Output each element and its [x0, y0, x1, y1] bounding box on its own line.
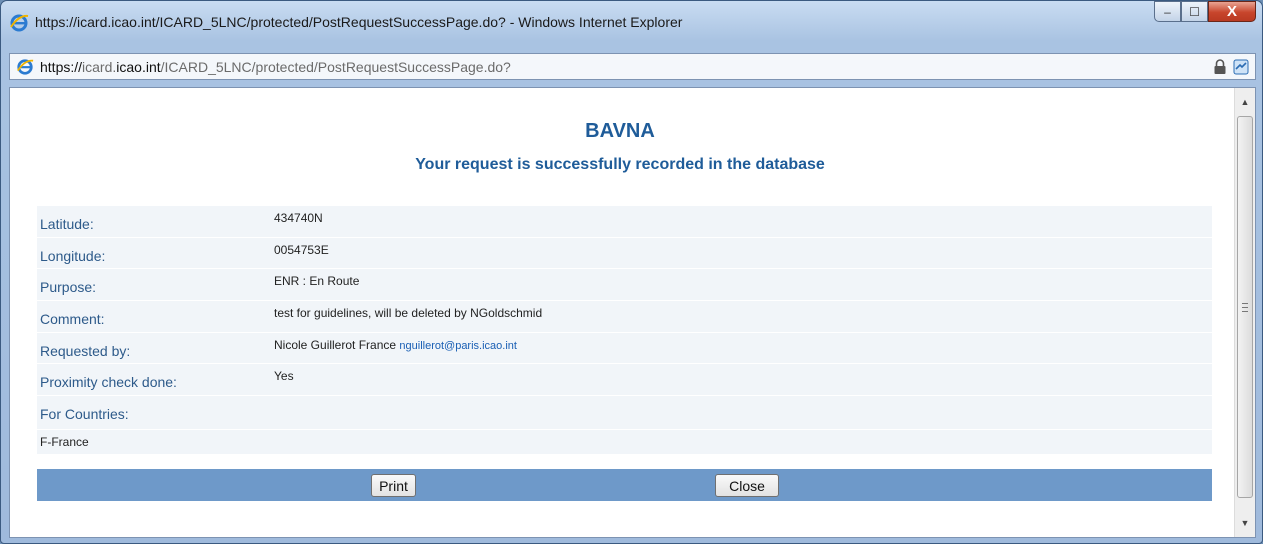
comment-value: test for guidelines, will be deleted by … — [274, 306, 543, 321]
purpose-label: Purpose: — [40, 279, 97, 296]
window-title: https://icard.icao.int/ICARD_5LNC/protec… — [35, 14, 683, 30]
print-button[interactable]: Print — [371, 474, 416, 497]
longitude-label: Longitude: — [40, 247, 106, 264]
requested-by-label: Requested by: — [40, 342, 131, 359]
country-value: F-France — [40, 435, 89, 450]
close-window-button[interactable]: X — [1208, 1, 1256, 22]
requested-by-value: Nicole Guillerot France nguillerot@paris… — [274, 337, 517, 352]
proximity-label: Proximity check done: — [40, 374, 177, 391]
detail-row-purpose: Purpose: ENR : En Route — [37, 269, 1212, 302]
latitude-value: 434740N — [274, 211, 323, 225]
proximity-value: Yes — [274, 369, 294, 384]
vertical-scrollbar[interactable]: ▲ ▼ — [1234, 88, 1255, 537]
maximize-button[interactable]: ☐ — [1181, 1, 1208, 22]
browser-window: https://icard.icao.int/ICARD_5LNC/protec… — [0, 0, 1263, 544]
window-controls: ‒ ☐ X — [1154, 1, 1256, 23]
page-viewport: BAVNA Your request is successfully recor… — [9, 87, 1256, 538]
request-details: Latitude: 434740N Longitude: 0054753E Pu… — [37, 206, 1212, 455]
compatibility-view-icon[interactable] — [1233, 59, 1249, 75]
country-item: F-France — [37, 430, 1212, 455]
title-bar[interactable]: https://icard.icao.int/ICARD_5LNC/protec… — [1, 1, 1262, 43]
scroll-grip-icon — [1242, 303, 1248, 312]
success-message: Your request is successfully recorded in… — [415, 156, 825, 173]
internet-explorer-icon — [17, 59, 34, 75]
page-title: BAVNA — [585, 120, 655, 142]
address-bar[interactable]: https://icard.icao.int/ICARD_5LNC/protec… — [9, 53, 1256, 80]
purpose-value: ENR : En Route — [274, 274, 360, 289]
detail-row-longitude: Longitude: 0054753E — [37, 237, 1212, 270]
scrollbar-thumb[interactable] — [1237, 116, 1253, 498]
detail-row-latitude: Latitude: 434740N — [37, 206, 1212, 238]
detail-row-proximity: Proximity check done: Yes — [37, 364, 1212, 397]
detail-row-comment: Comment: test for guidelines, will be de… — [37, 301, 1212, 333]
internet-explorer-icon — [10, 14, 29, 32]
detail-row-countries: For Countries: — [37, 396, 1212, 431]
maximize-icon: ☐ — [1189, 4, 1200, 19]
comment-label: Comment: — [40, 311, 105, 328]
countries-label: For Countries: — [40, 406, 129, 423]
lock-icon[interactable] — [1213, 59, 1227, 75]
close-button[interactable]: Close — [715, 474, 779, 497]
minimize-icon: ‒ — [1164, 4, 1171, 19]
longitude-value: 0054753E — [274, 242, 329, 257]
scroll-up-arrow-icon[interactable]: ▲ — [1235, 92, 1255, 112]
action-bar: Print Close — [37, 469, 1212, 501]
scroll-down-arrow-icon[interactable]: ▼ — [1235, 513, 1255, 533]
url-text: https://icard.icao.int/ICARD_5LNC/protec… — [40, 59, 511, 75]
detail-row-requested-by: Requested by: Nicole Guillerot France ng… — [37, 332, 1212, 365]
close-icon: X — [1226, 3, 1237, 20]
requester-email-link[interactable]: nguillerot@paris.icao.int — [399, 340, 517, 352]
latitude-label: Latitude: — [40, 216, 94, 232]
minimize-button[interactable]: ‒ — [1154, 1, 1181, 22]
